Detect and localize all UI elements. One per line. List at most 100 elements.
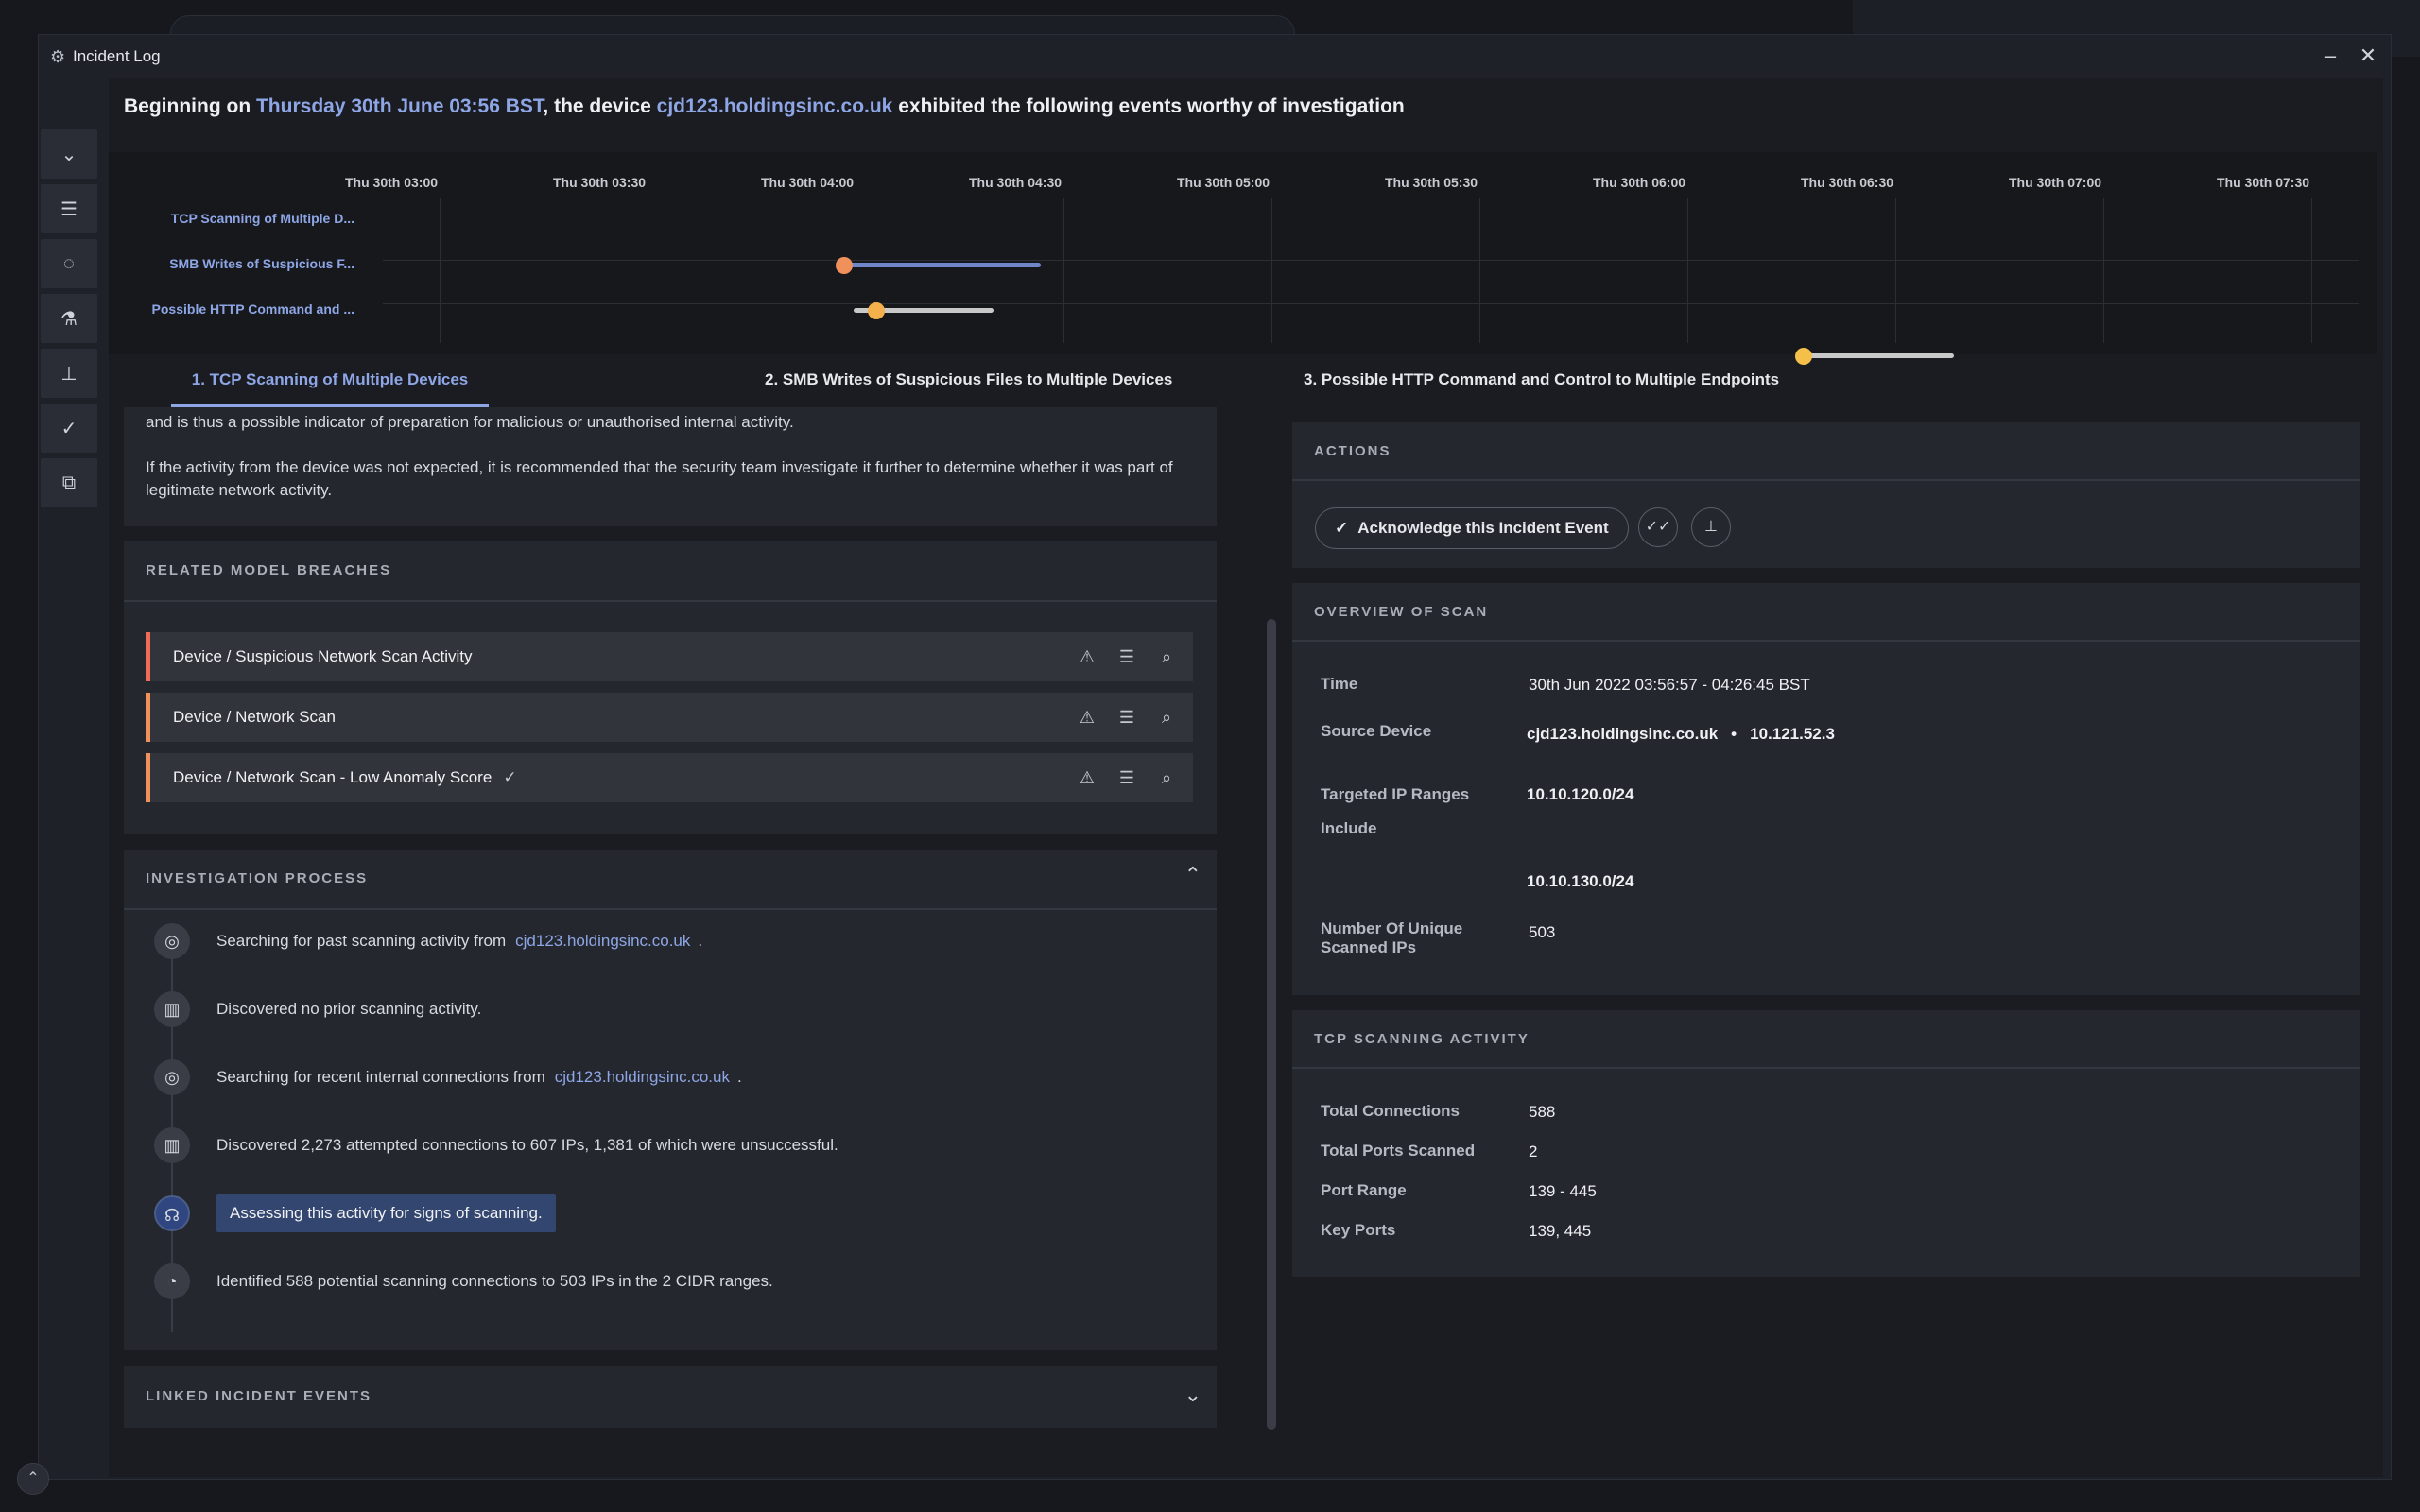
timeline-tick: Thu 30th 05:30 — [1385, 175, 1478, 190]
list-view-button[interactable]: ☰ — [41, 184, 97, 233]
panel-divider — [1292, 1067, 2360, 1069]
acknowledge-side-button[interactable]: ✓ — [41, 404, 97, 453]
copy-icon: ⧉ — [61, 472, 77, 493]
source-ip[interactable]: 10.121.52.3 — [1750, 725, 1835, 743]
step-text: Searching for past scanning activity fro… — [216, 932, 507, 950]
incident-log-window: ⚙ Incident Log – ✕ ⌄ ☰ ◌ ⚗ ⊥ ✓ ⧉ Beginni… — [38, 34, 2392, 1480]
port-range-key: Port Range — [1321, 1181, 1407, 1199]
menu-icon[interactable]: ☰ — [1115, 708, 1138, 728]
bar-chart-icon: ▥ — [154, 1127, 190, 1163]
warning-icon[interactable]: ⚠ — [1076, 768, 1098, 788]
timeline-tick: Thu 30th 04:00 — [761, 175, 855, 190]
timeline-event-start-smb[interactable] — [868, 302, 885, 319]
timeline-row-divider — [383, 260, 2359, 261]
unique-ips-value: 503 — [1529, 923, 1556, 941]
source-host[interactable]: cjd123.holdingsinc.co.uk — [1527, 725, 1718, 743]
headline-middle: , the device — [543, 95, 657, 117]
timeline-tick: Thu 30th 04:30 — [969, 175, 1063, 190]
pin-event-button[interactable]: ⊥ — [1691, 507, 1731, 547]
timeline-event-bar-tcp[interactable] — [844, 263, 1041, 267]
acknowledge-button[interactable]: ✓ Acknowledge this Incident Event — [1315, 507, 1629, 549]
description-paragraph: If the activity from the device was not … — [146, 458, 1173, 499]
pin-icon: ⊥ — [1704, 519, 1718, 535]
comments-button[interactable]: ◌ — [41, 239, 97, 288]
timeline-tick: Thu 30th 05:00 — [1177, 175, 1270, 190]
timeline-row-label[interactable]: SMB Writes of Suspicious F... — [109, 256, 354, 271]
incident-icon: ⚙ — [50, 47, 66, 66]
warning-icon[interactable]: ⚠ — [1076, 647, 1098, 667]
flask-icon: ⚗ — [60, 308, 78, 330]
process-step: Discovered 2,273 attempted connections t… — [216, 1136, 838, 1154]
timeline-gridline — [1687, 198, 1688, 343]
acknowledged-check-icon: ✓ — [503, 768, 517, 786]
port-range-value: 139 - 445 — [1529, 1182, 1597, 1200]
tab-http-command[interactable]: 3. Possible HTTP Command and Control to … — [1304, 354, 1779, 407]
tab-tcp-scanning[interactable]: 1. TCP Scanning of Multiple Devices — [171, 354, 489, 407]
timeline-row-label[interactable]: Possible HTTP Command and ... — [109, 301, 354, 317]
total-ports-key: Total Ports Scanned — [1321, 1142, 1476, 1160]
minimize-button[interactable]: – — [2317, 43, 2343, 69]
linked-events-title: Linked Incident Events — [146, 1388, 372, 1404]
expand-chevron-down-icon[interactable]: ⌄ — [1184, 1383, 1201, 1407]
breach-label: Device / Suspicious Network Scan Activit… — [173, 647, 1076, 666]
event-description-panel: and is thus a possible indicator of prep… — [124, 407, 1217, 526]
timeline-event-start-tcp[interactable] — [836, 257, 853, 274]
radar-icon: ◎ — [154, 1059, 190, 1095]
time-key: Time — [1321, 675, 1358, 693]
panel-divider — [124, 908, 1217, 910]
breach-actions: ⚠ ☰ ⌕ — [1076, 708, 1178, 728]
timeline-row-label[interactable]: TCP Scanning of Multiple D... — [109, 211, 354, 226]
flask-button[interactable]: ⚗ — [41, 294, 97, 343]
source-device-key: Source Device — [1321, 722, 1432, 740]
pin-button[interactable]: ⊥ — [41, 349, 97, 398]
total-ports-value: 2 — [1529, 1143, 1538, 1160]
breach-label: Device / Network Scan - Low Anomaly Scor… — [173, 768, 1076, 787]
scroll-top-chevron-up-icon[interactable]: ⌃ — [17, 1463, 49, 1495]
device-link[interactable]: cjd123.holdingsinc.co.uk — [515, 932, 690, 950]
process-step: Discovered no prior scanning activity. — [216, 1000, 482, 1018]
headline-date-link[interactable]: Thursday 30th June 03:56 BST — [256, 95, 543, 117]
description-paragraph: and is thus a possible indicator of prep… — [146, 413, 794, 431]
targeted-ranges-key: Targeted IP Ranges Include — [1321, 785, 1470, 837]
breach-item[interactable]: Device / Network Scan ⚠ ☰ ⌕ — [146, 693, 1193, 742]
timeline-tick: Thu 30th 06:00 — [1593, 175, 1686, 190]
investigation-process-panel: Investigation Process ⌃ ◎ Searching for … — [124, 850, 1217, 1350]
copy-button[interactable]: ⧉ — [41, 458, 97, 507]
acknowledge-all-button[interactable]: ✓✓ — [1638, 507, 1678, 547]
headline-prefix: Beginning on — [124, 95, 256, 117]
ip-range-value: 10.10.120.0/24 — [1527, 785, 1634, 803]
breach-label: Device / Network Scan — [173, 708, 1076, 727]
search-icon[interactable]: ⌕ — [1155, 768, 1178, 788]
collapse-all-button[interactable]: ⌄ — [41, 129, 97, 179]
result-icon: ◔ — [154, 1263, 190, 1299]
close-button[interactable]: ✕ — [2355, 43, 2381, 69]
device-link[interactable]: cjd123.holdingsinc.co.uk — [555, 1068, 730, 1086]
headline-device-link[interactable]: cjd123.holdingsinc.co.uk — [657, 95, 893, 117]
source-device-value: cjd123.holdingsinc.co.uk • 10.121.52.3 — [1527, 725, 1835, 744]
tab-smb-writes[interactable]: 2. SMB Writes of Suspicious Files to Mul… — [765, 354, 1172, 407]
breach-actions: ⚠ ☰ ⌕ — [1076, 768, 1178, 788]
window-controls: – ✕ — [2317, 43, 2381, 69]
process-step: Identified 588 potential scanning connec… — [216, 1272, 773, 1290]
event-tabs: 1. TCP Scanning of Multiple Devices 2. S… — [109, 354, 2377, 407]
linked-events-panel[interactable]: Linked Incident Events ⌄ — [124, 1366, 1217, 1428]
search-icon[interactable]: ⌕ — [1155, 708, 1178, 728]
incident-headline: Beginning on Thursday 30th June 03:56 BS… — [124, 95, 1405, 118]
timeline-gridline — [440, 198, 441, 343]
actions-panel: Actions ✓ Acknowledge this Incident Even… — [1292, 422, 2360, 568]
step-text: Searching for recent internal connection… — [216, 1068, 545, 1086]
details-scrollbar[interactable] — [1267, 619, 1276, 1430]
window-titlebar: ⚙ Incident Log – ✕ — [39, 35, 2391, 78]
menu-icon[interactable]: ☰ — [1115, 647, 1138, 667]
breach-name: Device / Suspicious Network Scan Activit… — [173, 647, 473, 665]
chevrons-down-icon: ⌄ — [60, 144, 78, 165]
collapse-chevron-up-icon[interactable]: ⌃ — [1184, 863, 1201, 887]
time-value: 30th Jun 2022 03:56:57 - 04:26:45 BST — [1529, 676, 1810, 694]
search-icon[interactable]: ⌕ — [1155, 647, 1178, 667]
breach-item[interactable]: Device / Network Scan - Low Anomaly Scor… — [146, 753, 1193, 802]
timeline-gridline — [2311, 198, 2312, 343]
warning-icon[interactable]: ⚠ — [1076, 708, 1098, 728]
menu-icon[interactable]: ☰ — [1115, 768, 1138, 788]
breach-item[interactable]: Device / Suspicious Network Scan Activit… — [146, 632, 1193, 681]
timeline-gridline — [1895, 198, 1896, 343]
